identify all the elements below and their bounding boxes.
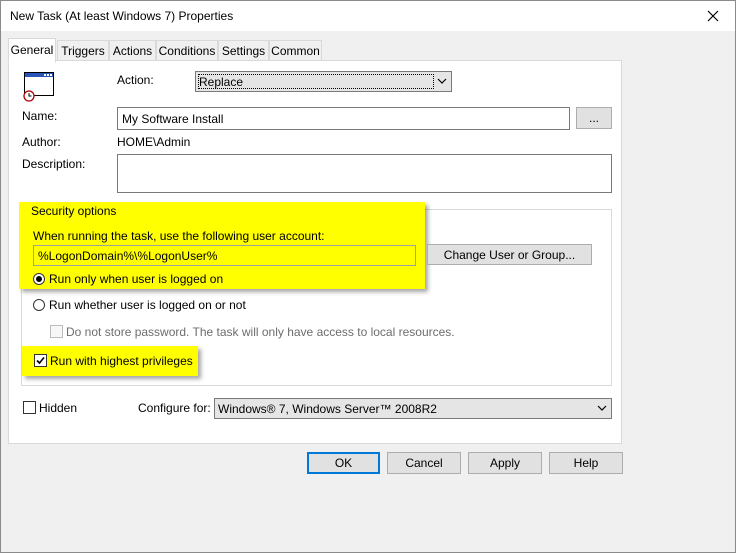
tab-common[interactable]: Common bbox=[269, 40, 322, 61]
close-button[interactable] bbox=[691, 1, 735, 31]
cancel-button[interactable]: Cancel bbox=[387, 452, 461, 474]
help-button[interactable]: Help bbox=[549, 452, 623, 474]
radio-logged-on-label[interactable]: Run only when user is logged on bbox=[49, 272, 223, 286]
security-group-title: Security options bbox=[31, 204, 117, 218]
configure-dropdown-arrow[interactable] bbox=[593, 399, 611, 417]
account-field: %LogonDomain%\%LogonUser% bbox=[33, 245, 416, 266]
author-value: HOME\Admin bbox=[117, 135, 191, 149]
hidden-label[interactable]: Hidden bbox=[39, 401, 77, 415]
task-window-clock-icon bbox=[23, 72, 54, 102]
action-dropdown[interactable]: Replace bbox=[195, 71, 452, 92]
name-label: Name: bbox=[22, 109, 58, 123]
title-bar: New Task (At least Windows 7) Properties bbox=[1, 1, 735, 31]
browse-button[interactable]: ... bbox=[576, 107, 612, 129]
chevron-down-icon bbox=[597, 405, 607, 411]
name-input[interactable]: My Software Install bbox=[117, 107, 570, 130]
radio-dot bbox=[36, 276, 42, 282]
hidden-checkbox[interactable] bbox=[23, 401, 36, 414]
tab-triggers[interactable]: Triggers bbox=[57, 40, 109, 61]
configure-for-dropdown[interactable]: Windows® 7, Windows Server™ 2008R2 bbox=[214, 398, 612, 419]
no-store-password-label: Do not store password. The task will onl… bbox=[66, 325, 455, 339]
name-value: My Software Install bbox=[122, 112, 224, 126]
window-title: New Task (At least Windows 7) Properties bbox=[10, 9, 234, 23]
configure-for-label: Configure for: bbox=[138, 401, 211, 415]
action-value: Replace bbox=[199, 75, 244, 89]
tab-general[interactable]: General bbox=[8, 38, 56, 63]
change-user-button[interactable]: Change User or Group... bbox=[427, 244, 592, 265]
radio-whether-label[interactable]: Run whether user is logged on or not bbox=[49, 298, 246, 312]
tab-conditions[interactable]: Conditions bbox=[156, 40, 218, 61]
radio-logged-on[interactable] bbox=[33, 273, 45, 285]
tab-actions[interactable]: Actions bbox=[109, 40, 156, 61]
description-label: Description: bbox=[22, 157, 86, 171]
radio-whether-logged-on[interactable] bbox=[33, 299, 45, 311]
action-label: Action: bbox=[117, 73, 154, 87]
properties-window: New Task (At least Windows 7) Properties… bbox=[0, 0, 736, 553]
account-label: When running the task, use the following… bbox=[33, 229, 325, 243]
action-dropdown-arrow[interactable] bbox=[433, 72, 451, 90]
checkmark-icon bbox=[36, 356, 45, 365]
tab-settings[interactable]: Settings bbox=[218, 40, 269, 61]
configure-for-value: Windows® 7, Windows Server™ 2008R2 bbox=[218, 402, 437, 416]
no-store-password-checkbox[interactable] bbox=[50, 325, 63, 338]
ok-button[interactable]: OK bbox=[307, 452, 380, 474]
author-label: Author: bbox=[22, 135, 61, 149]
close-icon bbox=[707, 10, 719, 22]
apply-button[interactable]: Apply bbox=[468, 452, 542, 474]
highest-privileges-checkbox[interactable] bbox=[34, 354, 47, 367]
description-input[interactable] bbox=[117, 154, 612, 193]
chevron-down-icon bbox=[437, 78, 447, 84]
highest-privileges-label[interactable]: Run with highest privileges bbox=[50, 354, 193, 368]
account-value: %LogonDomain%\%LogonUser% bbox=[38, 249, 218, 263]
